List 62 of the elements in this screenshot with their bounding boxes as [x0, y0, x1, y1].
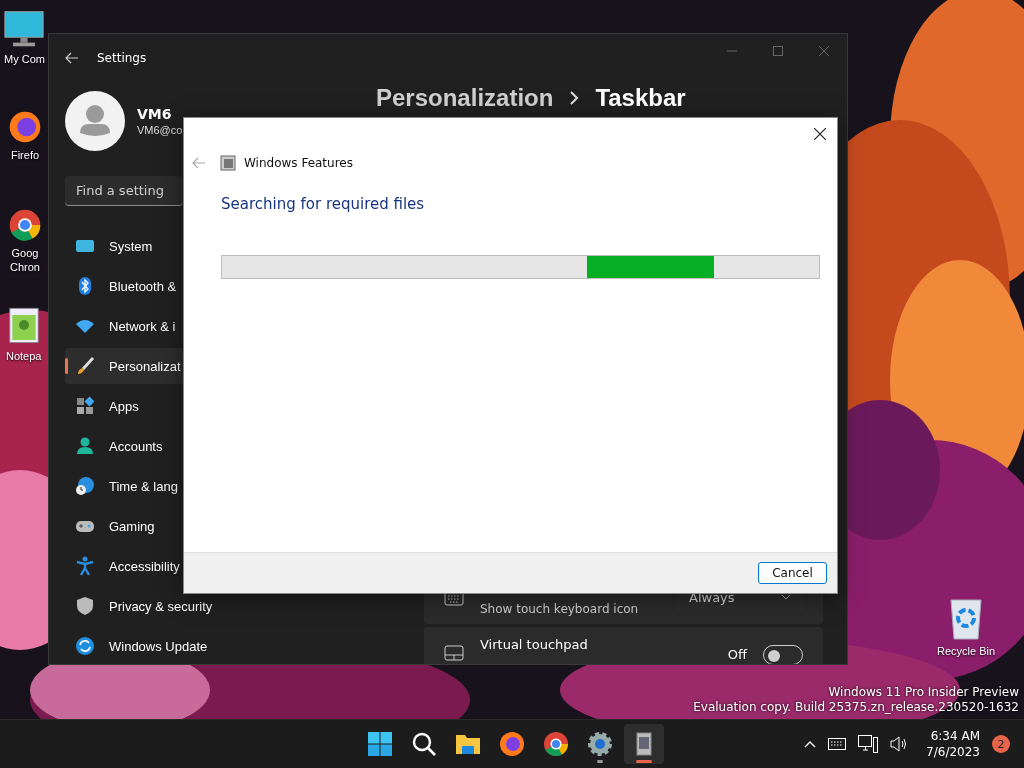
- user-email: VM6@co: [137, 124, 183, 136]
- nav-item[interactable]: Apps: [65, 388, 184, 424]
- person-icon: [75, 436, 95, 456]
- desktop-icon-label[interactable]: My Com: [4, 52, 45, 66]
- search-field[interactable]: Find a setting: [65, 176, 183, 206]
- touchpad-icon: [444, 645, 464, 661]
- window-features-icon: [220, 155, 236, 171]
- refresh-icon: [75, 636, 95, 656]
- maximize-icon: [773, 45, 783, 56]
- clock[interactable]: 6:34 AM 7/6/2023: [926, 728, 980, 760]
- monitor-icon: [4, 10, 45, 48]
- taskbar-app-button[interactable]: [624, 724, 664, 764]
- chrome-icon: [543, 731, 569, 757]
- nav-item[interactable]: System: [65, 228, 184, 264]
- page-title: Taskbar: [595, 84, 686, 112]
- globe-clock-icon: [75, 476, 95, 496]
- desktop-icon-label[interactable]: Chron: [10, 260, 40, 274]
- back-arrow-icon[interactable]: [65, 51, 79, 64]
- chrome-icon: [8, 208, 42, 242]
- brush-icon: [75, 356, 95, 376]
- nav-item[interactable]: Bluetooth &: [65, 268, 184, 304]
- nav-item[interactable]: Personalizat: [65, 348, 185, 384]
- shield-icon: [75, 596, 95, 616]
- nav-item[interactable]: Accounts: [65, 428, 184, 464]
- notepad-icon: [8, 305, 39, 345]
- setting-title: Virtual touchpad: [480, 637, 589, 652]
- settings-icon: [587, 731, 613, 757]
- setting-description: Show touch keyboard icon: [480, 602, 640, 616]
- notification-badge[interactable]: 2: [992, 735, 1010, 753]
- nav-item[interactable]: Gaming: [65, 508, 184, 544]
- dialog-title: Windows Features: [244, 156, 353, 170]
- chevron-right-icon: [569, 90, 580, 106]
- firefox-icon: [499, 731, 525, 757]
- keyboard-icon[interactable]: [828, 738, 847, 750]
- breadcrumb-parent[interactable]: Personalization: [376, 84, 554, 112]
- avatar-icon: [65, 91, 125, 151]
- network-icon[interactable]: [858, 735, 879, 753]
- nav-item[interactable]: Accessibility: [65, 548, 184, 584]
- nav-item[interactable]: Network & i: [65, 308, 184, 344]
- toggle-state-label: Off: [727, 647, 747, 662]
- firefox-icon: [8, 110, 42, 144]
- windows-logo-icon: [367, 731, 393, 757]
- recycle-bin-icon: [948, 598, 985, 640]
- apps-icon: [75, 396, 95, 416]
- chevron-down-icon: [781, 594, 791, 600]
- user-name: VM6: [137, 106, 173, 122]
- nav-item[interactable]: Windows Update: [65, 628, 212, 664]
- desktop-icon-label[interactable]: Firefo: [10, 148, 40, 162]
- desktop-icon-label[interactable]: Goog: [11, 246, 39, 260]
- cancel-button[interactable]: Cancel: [758, 562, 827, 584]
- nav-item[interactable]: Privacy & security: [65, 588, 217, 624]
- volume-icon[interactable]: [890, 736, 909, 752]
- window-title: Settings: [97, 50, 147, 65]
- close-icon: [819, 45, 829, 56]
- close-icon: [814, 128, 826, 140]
- nav-item[interactable]: Time & lang: [65, 468, 184, 504]
- accessibility-icon: [75, 556, 95, 576]
- search-icon: [411, 731, 437, 757]
- desktop-icon-label[interactable]: Notepa: [6, 349, 42, 363]
- chevron-up-icon[interactable]: [804, 740, 817, 748]
- desktop-icon-label[interactable]: Recycle Bin: [937, 644, 996, 658]
- dialog-heading: Searching for required files: [221, 195, 426, 213]
